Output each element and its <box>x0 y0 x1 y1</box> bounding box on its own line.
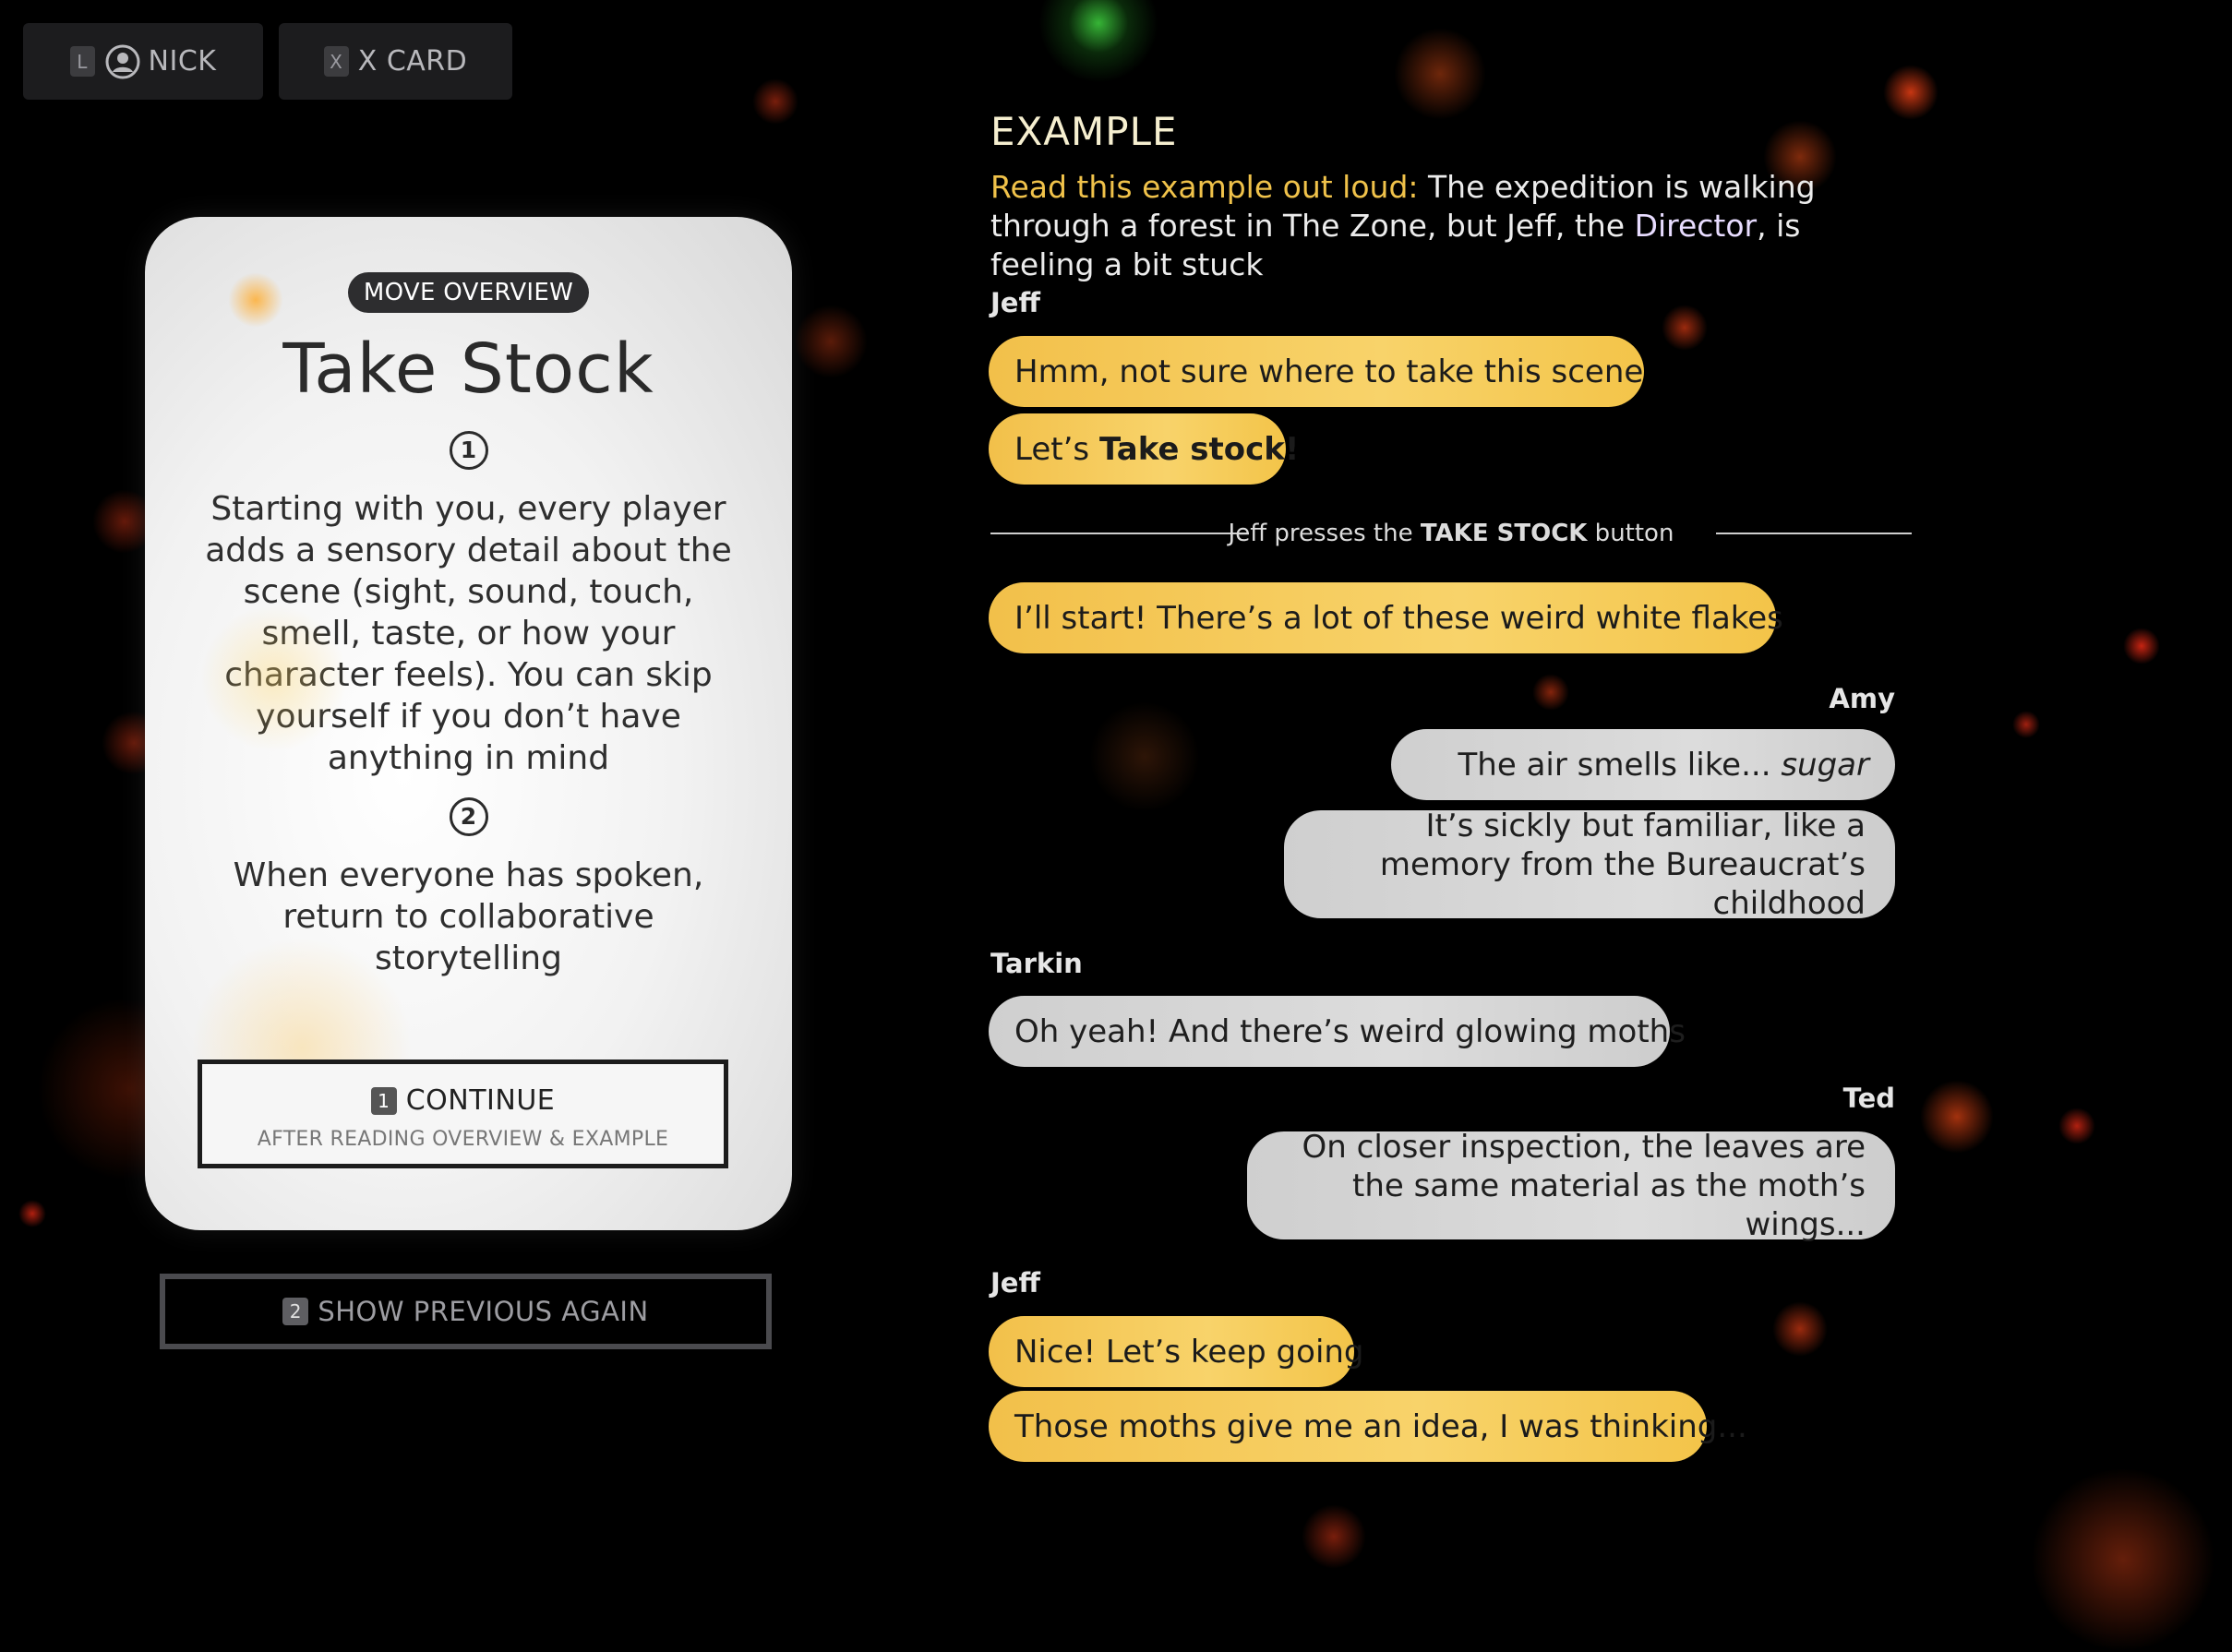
take-stock-divider: Jeff presses the TAKE STOCK button <box>990 520 1912 547</box>
x-card-button[interactable]: X X CARD <box>279 23 512 100</box>
show-previous-label: SHOW PREVIOUS AGAIN <box>318 1296 649 1327</box>
chat-bubble-text: Let’s <box>1014 430 1099 468</box>
chat-bubble: Those moths give me an idea, I was think… <box>989 1391 1747 1462</box>
chat-bubble-italic: sugar <box>1781 746 1869 784</box>
chat-bubble: Oh yeah! And there’s weird glowing moths <box>989 996 1686 1067</box>
divider-text-bold: TAKE STOCK <box>1420 520 1588 547</box>
speaker-name: Jeff <box>990 1267 1040 1299</box>
step-number-2: 2 <box>449 797 488 836</box>
speaker-name: Amy <box>1829 683 1895 714</box>
show-previous-keycap: 2 <box>282 1298 309 1325</box>
continue-sublabel: AFTER READING OVERVIEW & EXAMPLE <box>257 1128 669 1151</box>
step-text-2: When everyone has spoken, return to coll… <box>233 856 704 977</box>
step-text-1: Starting with you, every player adds a s… <box>205 490 732 777</box>
example-intro: Read this example out loud: The expediti… <box>990 168 1914 284</box>
example-intro-lead: Read this example out loud: <box>990 169 1419 205</box>
chat-bubble: The air smells like... sugar <box>1391 729 1895 800</box>
chat-bubble: It’s sickly but familiar, like a memory … <box>1284 808 1895 922</box>
speaker-name: Ted <box>1842 1083 1895 1114</box>
continue-button[interactable]: 1 CONTINUE AFTER READING OVERVIEW & EXAM… <box>198 1059 728 1168</box>
chat-bubble: Let’s Take stock! <box>989 413 1299 485</box>
show-previous-button[interactable]: 2 SHOW PREVIOUS AGAIN <box>160 1274 772 1349</box>
move-overview-card: MOVE OVERVIEW Take Stock 1 Starting with… <box>145 217 792 1230</box>
nick-keycap: L <box>69 46 95 77</box>
nick-button[interactable]: L NICK <box>23 23 263 100</box>
divider-line <box>1716 533 1912 534</box>
chat-bubble: Hmm, not sure where to take this scene <box>989 336 1644 407</box>
divider-text-start: Jeff presses the <box>1228 520 1421 547</box>
example-heading: EXAMPLE <box>990 109 1178 154</box>
continue-keycap: 1 <box>370 1086 397 1115</box>
chat-bubble-bold: Take stock! <box>1098 430 1300 468</box>
step-number-1: 1 <box>449 431 488 470</box>
speaker-name: Tarkin <box>990 948 1083 979</box>
example-intro-director: Director <box>1634 208 1758 244</box>
move-overview-badge: MOVE OVERVIEW <box>347 272 590 313</box>
divider-text-end: button <box>1587 520 1674 547</box>
chat-bubble: Nice! Let’s keep going <box>989 1316 1364 1387</box>
chat-bubble: I’ll start! There’s a lot of these weird… <box>989 582 1783 653</box>
speaker-name: Jeff <box>990 287 1040 318</box>
chat-bubble-text: The air smells like... <box>1458 746 1782 784</box>
card-glow <box>228 272 283 328</box>
chat-bubble: On closer inspection, the leaves are the… <box>1247 1129 1895 1243</box>
x-card-label: X CARD <box>357 45 468 78</box>
user-icon <box>105 44 140 78</box>
continue-label: CONTINUE <box>405 1084 556 1117</box>
nick-label: NICK <box>148 45 217 78</box>
x-card-keycap: X <box>323 46 349 77</box>
move-title: Take Stock <box>282 329 654 409</box>
